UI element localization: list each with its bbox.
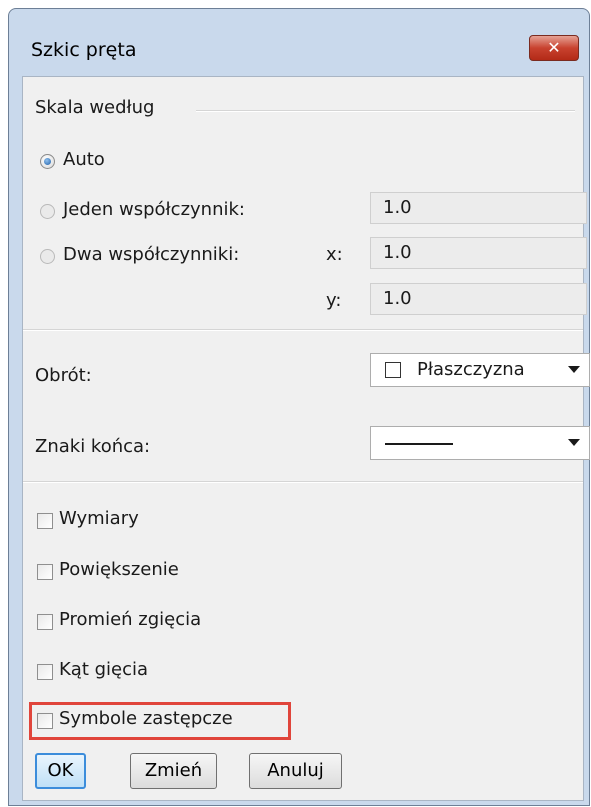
single-factor-field[interactable]: 1.0 [370, 192, 587, 224]
radio-single-factor[interactable] [40, 204, 55, 219]
close-icon: ✕ [547, 38, 561, 57]
cancel-button[interactable]: Anuluj [249, 753, 342, 789]
radio-double-factor[interactable] [40, 249, 55, 264]
dialog-body: Skala według Auto Jeden współczynnik: 1.… [22, 76, 590, 801]
bend-angle-checkbox[interactable] [37, 664, 53, 680]
chevron-down-icon [568, 366, 580, 373]
dimensions-checkbox[interactable] [37, 513, 53, 529]
change-button[interactable]: Zmień [130, 753, 217, 789]
placeholder-symbols-checkbox[interactable] [37, 713, 53, 729]
radio-single-factor-label: Jeden współczynnik: [63, 199, 245, 220]
bend-radius-checkbox[interactable] [37, 614, 53, 630]
y-factor-field[interactable]: 1.0 [370, 283, 587, 315]
bend-angle-label: Kąt gięcia [59, 659, 149, 680]
section-divider [23, 481, 583, 483]
window-title: Szkic pręta [31, 39, 137, 61]
bend-radius-label: Promień zgięcia [59, 609, 202, 630]
placeholder-symbols-label: Symbole zastępcze [59, 708, 233, 729]
radio-auto-label: Auto [63, 149, 105, 170]
rotation-select[interactable]: Płaszczyzna [370, 353, 590, 387]
solid-line-icon [385, 443, 453, 445]
section-divider [23, 329, 583, 331]
x-factor-field[interactable]: 1.0 [370, 237, 587, 269]
radio-double-factor-label: Dwa współczynniki: [63, 244, 240, 265]
end-marks-select[interactable] [370, 426, 590, 460]
group-divider [196, 110, 575, 112]
rotation-value: Płaszczyzna [417, 359, 525, 380]
close-button[interactable]: ✕ [529, 35, 579, 61]
end-marks-label: Znaki końca: [35, 436, 151, 457]
radio-auto[interactable] [40, 154, 55, 169]
y-label: y: [326, 290, 342, 311]
magnification-checkbox[interactable] [37, 564, 53, 580]
x-label: x: [326, 244, 343, 265]
title-bar[interactable]: Szkic pręta ✕ [9, 9, 589, 75]
dimensions-label: Wymiary [59, 508, 139, 529]
chevron-down-icon [568, 439, 580, 446]
magnification-label: Powiększenie [59, 559, 179, 580]
ok-button[interactable]: OK [35, 753, 86, 789]
plane-square-icon [385, 362, 401, 378]
dialog-window: Szkic pręta ✕ Skala według Auto Jeden ws… [8, 8, 590, 806]
scale-group-title: Skala według [35, 97, 155, 118]
rotation-label: Obrót: [35, 365, 92, 386]
